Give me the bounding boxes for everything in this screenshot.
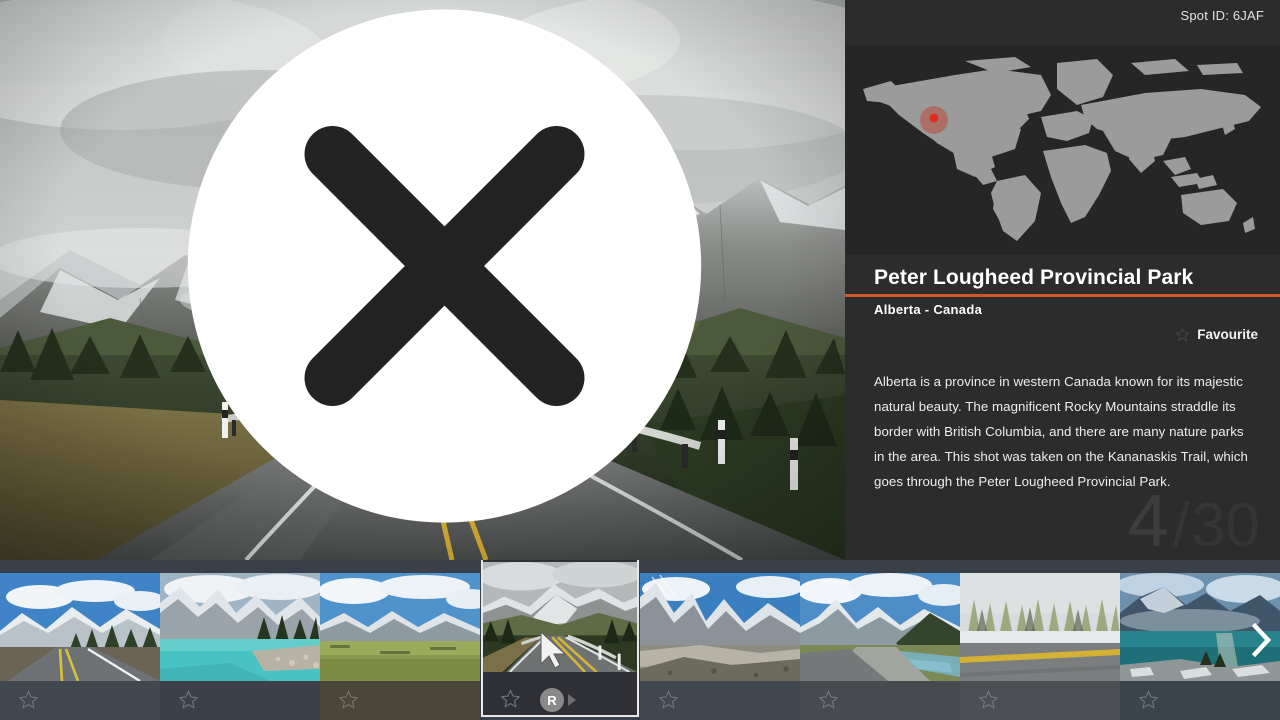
map-marker-dot xyxy=(929,113,939,123)
star-outline-icon[interactable] xyxy=(658,689,679,710)
thumbnail-image-3 xyxy=(320,573,480,681)
thumbnail-item-2[interactable] xyxy=(160,560,320,720)
thumbnail-item-8[interactable] xyxy=(1120,560,1280,720)
accent-divider xyxy=(845,294,1280,297)
info-panel: Spot ID: 6JAF Peter Lougheed Provincial … xyxy=(845,0,1280,560)
star-outline-icon[interactable] xyxy=(978,689,999,710)
thumbnail-strip[interactable]: R xyxy=(0,560,1280,720)
star-outline-icon xyxy=(1176,328,1190,341)
thumbnail-image-5 xyxy=(640,573,800,681)
thumbnail-image-7 xyxy=(960,573,1120,681)
cross-button-icon xyxy=(187,9,702,523)
spot-id-label: Spot ID: 6JAF xyxy=(1180,8,1264,23)
star-outline-icon[interactable] xyxy=(1138,689,1159,710)
page-title: Peter Lougheed Provincial Park xyxy=(874,266,1194,289)
hero-photo[interactable]: Select Add Favourite xyxy=(0,0,845,560)
star-outline-icon[interactable] xyxy=(178,689,199,710)
favourite-label: Favourite xyxy=(1197,327,1258,342)
photo-counter: 4 / 30 xyxy=(1127,478,1260,560)
star-outline-icon[interactable] xyxy=(18,689,39,710)
rotate-arrow-icon xyxy=(568,694,576,706)
thumbnail-item-3[interactable] xyxy=(320,560,480,720)
description-text: Alberta is a province in western Canada … xyxy=(874,374,1248,489)
thumbnail-item-6[interactable] xyxy=(800,560,960,720)
thumbnail-item-1[interactable] xyxy=(0,560,160,720)
star-outline-icon[interactable] xyxy=(818,689,839,710)
world-map xyxy=(845,45,1280,255)
favourite-toggle[interactable]: Favourite xyxy=(1175,327,1258,342)
star-outline-icon[interactable] xyxy=(338,689,359,710)
star-outline-icon[interactable] xyxy=(500,688,521,709)
thumbnail-item-5[interactable] xyxy=(640,560,800,720)
thumbnail-item-7[interactable] xyxy=(960,560,1120,720)
counter-separator: / xyxy=(1172,490,1191,560)
hero-button-prompts: Select Add Favourite xyxy=(22,0,845,546)
thumbnail-image-4 xyxy=(483,562,637,672)
prompt-select[interactable]: Select xyxy=(22,0,845,546)
counter-total: 30 xyxy=(1191,490,1260,560)
rotate-hint[interactable]: R xyxy=(540,688,576,712)
thumbnail-image-1 xyxy=(0,573,160,681)
place-subtitle: Alberta - Canada xyxy=(874,302,983,317)
thumbnail-image-2 xyxy=(160,573,320,681)
chevron-right-icon[interactable] xyxy=(1250,623,1272,657)
counter-current: 4 xyxy=(1127,478,1169,560)
photo-browser-screen: Select Add Favourite Spot ID: 6JAF xyxy=(0,0,1280,720)
thumbnail-item-4-selected[interactable]: R xyxy=(480,560,640,720)
rotate-right-icon: R xyxy=(540,688,564,712)
thumbnail-image-6 xyxy=(800,573,960,681)
world-map-icon xyxy=(845,45,1280,255)
